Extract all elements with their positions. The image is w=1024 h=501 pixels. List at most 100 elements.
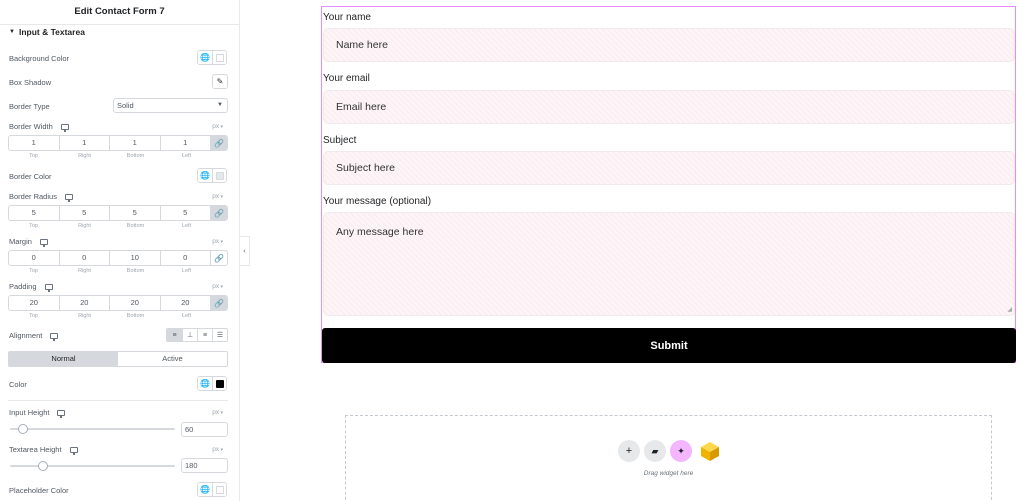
box-icon[interactable] [696,438,724,464]
tab-active[interactable]: Active [118,352,227,366]
padding-right[interactable]: 20 [60,296,110,310]
border-radius-bottom[interactable]: 5 [110,206,161,220]
folder-icon[interactable]: ▰ [644,440,666,462]
align-right-icon[interactable]: ≡ [197,329,212,341]
desktop-icon[interactable] [50,332,59,341]
resize-handle-icon[interactable]: ◢ [1007,306,1012,313]
border-width-unit[interactable]: px [212,123,223,130]
border-width-inputs: 1 1 1 1 🔗 [8,135,228,151]
border-radius-unit[interactable]: px [212,193,223,200]
align-center-icon[interactable]: ⊥ [182,329,197,341]
dim-label-bottom: Bottom [126,223,145,229]
placeholder-color-label: Placeholder Color [9,486,69,495]
input-height-slider[interactable] [10,424,175,434]
border-width-dim-labels: Top Right Bottom Left [8,153,212,159]
border-color-swatch[interactable] [212,169,226,182]
padding-left[interactable]: 20 [161,296,211,310]
link-icon[interactable]: 🔗 [211,136,227,150]
dim-label-bottom: Bottom [126,268,145,274]
margin-top[interactable]: 0 [9,251,60,265]
panel-title: Edit Contact Form 7 [0,0,239,25]
border-radius-dim-labels: Top Right Bottom Left [8,223,212,229]
globe-icon[interactable]: 🌐 [198,51,212,64]
tab-normal[interactable]: Normal [9,352,118,366]
dim-label-right: Right [78,268,91,274]
link-icon[interactable]: 🔗 [211,206,227,220]
border-radius-label: Border Radius [9,192,73,202]
dim-label-top: Top [29,223,38,229]
color-swatch[interactable] [212,377,226,390]
panel-collapse-toggle[interactable]: ‹ [240,236,250,266]
field-label-name: Your name [323,12,371,23]
margin-bottom[interactable]: 10 [110,251,161,265]
desktop-icon[interactable] [39,238,48,247]
background-color-swatch[interactable] [212,51,226,64]
border-radius-right[interactable]: 5 [60,206,110,220]
widget-drop-zone[interactable]: + ▰ ✦ Drag widget here [345,415,992,501]
desktop-icon[interactable] [44,283,53,292]
textarea-height-unit[interactable]: px [212,446,223,453]
alignment-label: Alignment [9,331,59,341]
globe-icon[interactable]: 🌐 [198,169,212,182]
border-width-bottom[interactable]: 1 [110,136,161,150]
textarea-height-label: Textarea Height [9,445,78,455]
align-justify-icon[interactable]: ☰ [212,329,227,341]
border-type-select[interactable]: Solid ▼ [113,98,228,113]
field-label-email: Your email [323,73,370,84]
border-radius-left[interactable]: 5 [161,206,211,220]
margin-dim-labels: Top Right Bottom Left [8,268,212,274]
desktop-icon[interactable] [57,409,66,418]
desktop-icon[interactable] [69,446,78,455]
message-textarea[interactable]: Any message here ◢ [323,212,1015,316]
chevron-left-icon: ‹ [243,247,246,255]
margin-label: Margin [9,237,48,247]
email-input[interactable]: Email here [323,90,1015,124]
subject-input[interactable]: Subject here [323,151,1015,185]
field-label-message: Your message (optional) [323,196,432,207]
placeholder-color-control: 🌐 [197,482,227,497]
border-width-right[interactable]: 1 [60,136,110,150]
padding-unit[interactable]: px [212,283,223,290]
input-height-field[interactable]: 60 [181,422,228,437]
border-color-label: Border Color [9,172,52,181]
ai-sparkle-icon[interactable]: ✦ [670,440,692,462]
input-height-unit[interactable]: px [212,409,223,416]
border-width-left[interactable]: 1 [161,136,211,150]
dim-label-left: Left [181,153,192,159]
placeholder-color-swatch[interactable] [212,483,226,496]
slider-handle[interactable] [18,424,28,434]
margin-right[interactable]: 0 [60,251,110,265]
plus-icon[interactable]: + [618,440,640,462]
border-width-top[interactable]: 1 [9,136,60,150]
link-icon[interactable]: 🔗 [211,296,227,310]
textarea-height-slider[interactable] [10,461,175,471]
textarea-height-field[interactable]: 180 [181,458,228,473]
section-header-input-textarea[interactable]: ▼ Input & Textarea [9,27,85,37]
globe-icon[interactable]: 🌐 [198,483,212,496]
state-tabs: Normal Active [8,351,228,367]
desktop-icon[interactable] [64,193,73,202]
border-color-control: 🌐 [197,168,227,183]
align-left-icon[interactable]: ≡ [167,329,182,341]
border-radius-top[interactable]: 5 [9,206,60,220]
slider-handle[interactable] [38,461,48,471]
margin-unit[interactable]: px [212,238,223,245]
dim-label-left: Left [181,313,192,319]
padding-dim-labels: Top Right Bottom Left [8,313,212,319]
border-radius-inputs: 5 5 5 5 🔗 [8,205,228,221]
desktop-icon[interactable] [60,123,69,132]
box-shadow-control: ✎ [212,74,228,89]
name-input[interactable]: Name here [323,28,1015,62]
section-title: Input & Textarea [18,27,85,37]
padding-top[interactable]: 20 [9,296,60,310]
chevron-down-icon: ▼ [217,102,223,108]
margin-left[interactable]: 0 [161,251,211,265]
color-label: Color [9,380,27,389]
submit-button[interactable]: Submit [322,328,1016,363]
pencil-icon[interactable]: ✎ [213,75,227,88]
padding-bottom[interactable]: 20 [110,296,161,310]
name-placeholder: Name here [336,39,388,51]
link-icon[interactable]: 🔗 [211,251,227,265]
globe-icon[interactable]: 🌐 [198,377,212,390]
dim-label-top: Top [29,313,38,319]
